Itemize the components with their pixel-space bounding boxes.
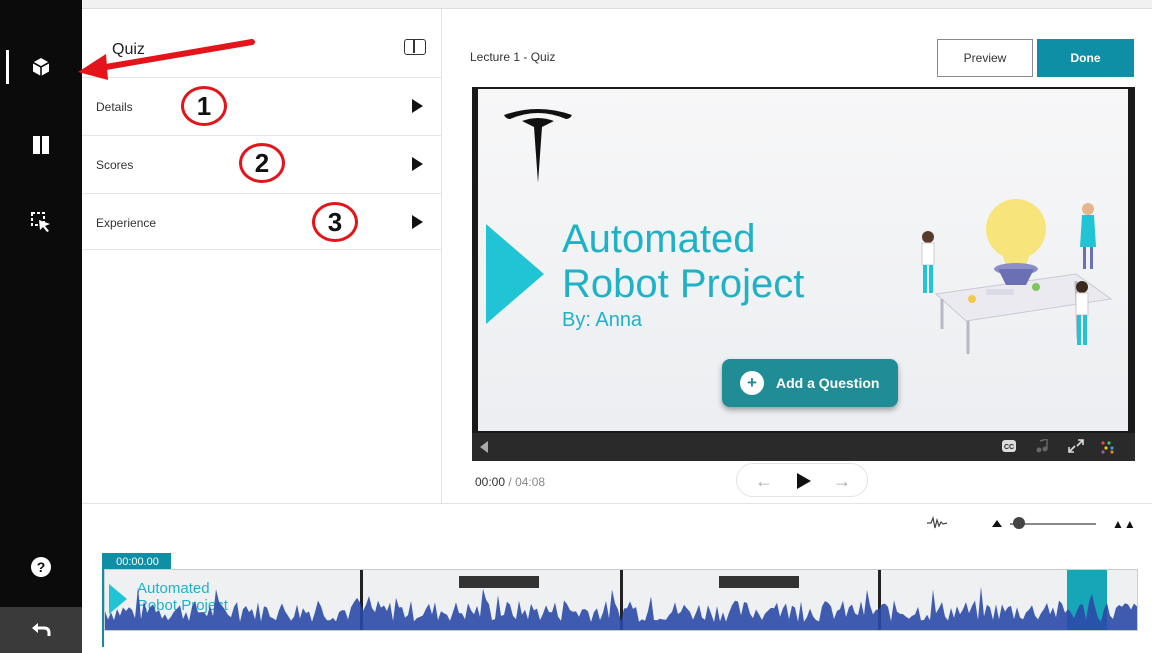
tesla-logo — [504, 109, 572, 183]
current-time: 00:00 — [475, 475, 506, 489]
panel-divider — [82, 249, 441, 250]
slide-title-line2: Robot Project — [562, 262, 805, 306]
rail-help-button[interactable]: ? — [0, 540, 82, 594]
panel-row-label: Details — [96, 100, 133, 114]
next-arrow-icon[interactable]: → — [833, 471, 851, 492]
video-player[interactable]: Automated Robot Project By: Anna + Add a… — [472, 87, 1135, 461]
audio-waveform — [105, 586, 1137, 630]
slide-play-shape — [486, 224, 544, 324]
player-controls-bar: CC — [472, 433, 1135, 461]
slide-preview: Automated Robot Project By: Anna + Add a… — [478, 89, 1128, 431]
captions-icon[interactable]: CC — [1002, 440, 1016, 452]
panel-toggle-icon[interactable] — [404, 39, 426, 55]
lecture-title: Lecture 1 - Quiz — [470, 50, 556, 64]
playback-time: 00:00 / 04:08 — [475, 475, 545, 489]
zoom-slider-handle[interactable] — [1013, 517, 1025, 529]
colorful-dots-icon — [1101, 441, 1114, 454]
expand-arrow-icon[interactable] — [412, 99, 423, 113]
rail-hotspot-button[interactable] — [0, 195, 82, 249]
slide-title-line1: Automated — [562, 217, 756, 261]
expand-arrow-icon[interactable] — [412, 157, 423, 171]
play-icon[interactable] — [797, 473, 811, 489]
annotation-arrow — [78, 39, 255, 80]
playback-nav: ← → — [736, 463, 868, 497]
plus-icon: + — [740, 371, 764, 395]
expand-arrow-icon[interactable] — [412, 215, 423, 229]
rail-chapters-button[interactable] — [0, 118, 82, 172]
volume-icon[interactable] — [480, 441, 488, 453]
book-icon — [33, 136, 49, 154]
done-button[interactable]: Done — [1037, 39, 1134, 77]
cube-icon — [32, 58, 50, 76]
add-question-label: Add a Question — [776, 375, 880, 391]
annotation-circle-1: 1 — [181, 86, 227, 126]
panel-row-label: Experience — [96, 216, 157, 230]
timeline-divider — [82, 503, 1152, 504]
timeline-strip[interactable]: Automated Robot Project — [104, 569, 1138, 631]
time-separator: / — [508, 475, 512, 489]
annotation-circle-3: 3 — [312, 202, 358, 242]
music-note-icon[interactable] — [1036, 439, 1048, 453]
panel-row-experience[interactable]: Experience — [82, 193, 441, 251]
prev-arrow-icon[interactable]: ← — [755, 471, 773, 492]
lightbulb-illustration — [921, 199, 1113, 354]
total-time: 04:08 — [515, 475, 546, 489]
left-rail: ? — [0, 0, 82, 653]
slide-title: Automated Robot Project — [562, 217, 892, 307]
annotation-circle-2: 2 — [239, 143, 285, 183]
top-border — [0, 0, 1152, 9]
waveform-toggle-icon[interactable] — [926, 516, 948, 530]
zoom-in-icon[interactable]: ▲▲ — [1112, 517, 1136, 531]
zoom-out-icon[interactable] — [992, 520, 1002, 527]
help-icon: ? — [31, 557, 51, 577]
undo-icon — [32, 623, 51, 636]
fullscreen-icon[interactable] — [1068, 439, 1084, 453]
panel-row-label: Scores — [96, 158, 134, 172]
cursor-select-icon — [31, 212, 50, 232]
preview-button[interactable]: Preview — [937, 39, 1033, 77]
rail-undo-button[interactable] — [0, 607, 82, 653]
add-question-button[interactable]: + Add a Question — [722, 359, 898, 407]
slide-byline: By: Anna — [562, 309, 643, 331]
svg-text:CC: CC — [1004, 444, 1014, 451]
svg-text:?: ? — [37, 559, 46, 575]
